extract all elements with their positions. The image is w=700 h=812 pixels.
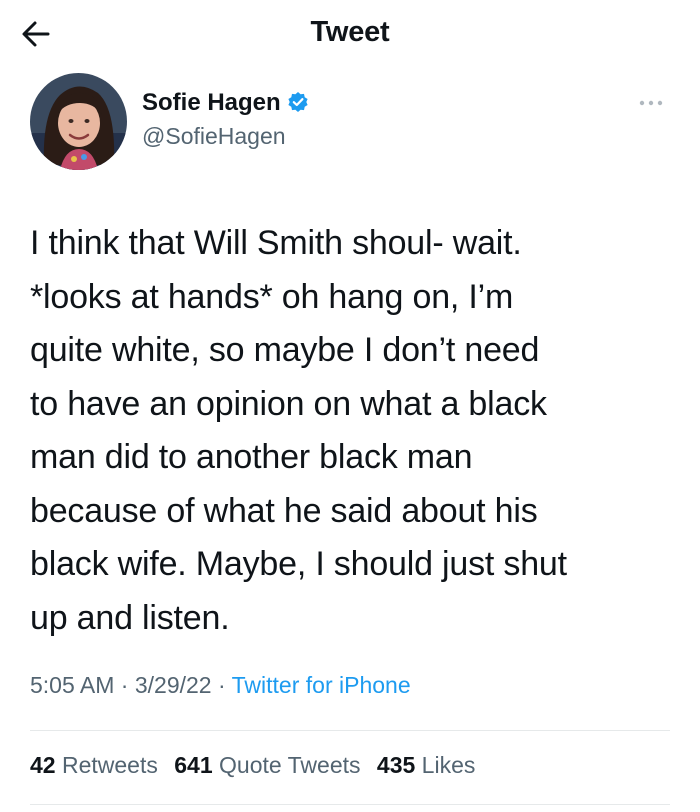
arrow-left-icon — [22, 21, 50, 47]
tweet-date[interactable]: 3/29/22 — [135, 672, 212, 698]
divider — [30, 804, 670, 805]
tweet-text-line: I think that Will Smith shoul- wait. — [30, 224, 522, 262]
retweets-stat[interactable]: 42 Retweets — [30, 752, 158, 779]
meta-separator: · — [120, 672, 129, 698]
engagement-stats: 42 Retweets 641 Quote Tweets 435 Likes — [30, 752, 485, 779]
tweet-text-line: *looks at hands* oh hang on, I’m — [30, 277, 514, 316]
author-name-text: Sofie Hagen — [142, 89, 281, 116]
author-handle[interactable]: @SofieHagen — [142, 123, 286, 150]
meta-separator: · — [217, 672, 226, 698]
tweet-text-line: black wife. Maybe, I should just shut — [30, 545, 567, 583]
page-title: Tweet — [310, 16, 390, 48]
more-options-icon — [639, 100, 663, 106]
tweet-text-line: man did to another black man — [30, 438, 473, 476]
divider — [30, 730, 670, 731]
quote-tweets-stat[interactable]: 641 Quote Tweets — [174, 752, 360, 779]
tweet-source-link[interactable]: Twitter for iPhone — [232, 672, 411, 698]
likes-count: 435 — [376, 752, 416, 778]
tweet-text: I think that Will Smith shoul- wait. *loo… — [30, 217, 670, 645]
author-name[interactable]: Sofie Hagen — [142, 89, 309, 117]
retweets-label: Retweets — [61, 752, 158, 778]
likes-label: Likes — [421, 752, 476, 778]
tweet-text-line: up and listen. — [30, 598, 230, 637]
likes-stat[interactable]: 435 Likes — [377, 752, 475, 779]
back-button[interactable] — [18, 16, 54, 52]
tweet-meta: 5:05 AM · 3/29/22 · Twitter for iPhone — [30, 672, 411, 699]
tweet-text-line: quite white, so maybe I don’t need — [30, 331, 540, 369]
top-bar: Tweet — [0, 0, 700, 64]
avatar[interactable] — [30, 73, 127, 170]
avatar-image — [30, 73, 127, 170]
tweet-time[interactable]: 5:05 AM — [30, 672, 114, 698]
tweet-text-line: because of what he said about his — [30, 491, 538, 530]
tweet-author: Sofie Hagen @SofieHagen — [30, 73, 670, 173]
more-options-button[interactable] — [636, 95, 666, 111]
tweet-text-line: to have an opinion on what a black — [30, 384, 547, 423]
quote-tweets-label: Quote Tweets — [219, 752, 361, 778]
verified-badge-icon — [288, 92, 308, 112]
retweets-count: 42 — [30, 752, 56, 778]
quote-tweets-count: 641 — [174, 752, 213, 778]
